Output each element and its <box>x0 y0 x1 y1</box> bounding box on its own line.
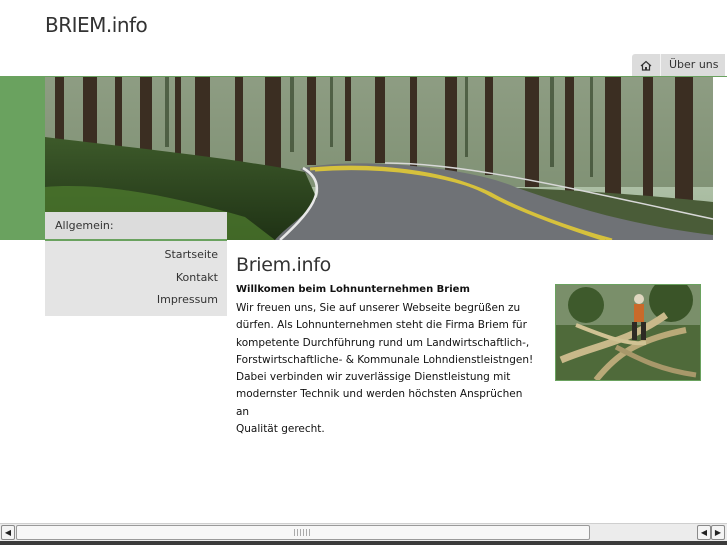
horizontal-scrollbar[interactable]: ◀ ◀ ▶ <box>0 523 727 541</box>
welcome-heading: Willkomen beim Lohnunternehmen Briem <box>236 284 470 295</box>
sidebar: Allgemein: Startseite Kontakt Impressum <box>45 212 227 316</box>
scroll-grip-icon <box>294 529 312 536</box>
top-navigation: Über uns <box>632 54 725 76</box>
scroll-right-button[interactable]: ▶ <box>711 525 725 540</box>
nav-tab-ueber-uns[interactable]: Über uns <box>660 54 725 76</box>
scroll-left-button-secondary[interactable]: ◀ <box>697 525 711 540</box>
intro-line: Wir freuen uns, Sie auf unserer Webseite… <box>236 302 521 314</box>
intro-text: Wir freuen uns, Sie auf unserer Webseite… <box>236 300 536 438</box>
intro-line: kompetente Durchführung rund um Landwirt… <box>236 336 530 349</box>
sidebar-item-startseite[interactable]: Startseite <box>45 244 227 267</box>
intro-line: dürfen. Als Lohnunternehmen steht die Fi… <box>236 319 527 332</box>
intro-line: Dabei verbinden wir zuverlässige Dienstl… <box>236 371 511 384</box>
sidebar-item-impressum[interactable]: Impressum <box>45 289 227 312</box>
page-title: Briem.info <box>236 254 331 276</box>
home-tab[interactable] <box>632 54 660 76</box>
sidebar-item-kontakt[interactable]: Kontakt <box>45 267 227 290</box>
window-bottom-edge <box>0 541 727 545</box>
intro-line: Qualität gerecht. <box>236 423 325 436</box>
worker-in-tree-photo <box>555 284 701 381</box>
sidebar-heading: Allgemein: <box>45 212 227 241</box>
intro-line: modernster Technik und werden höchsten A… <box>236 388 523 418</box>
scroll-left-button[interactable]: ◀ <box>1 525 15 540</box>
site-logo[interactable]: BRIEM.info <box>45 13 148 37</box>
home-icon <box>640 56 652 75</box>
intro-line: Forstwirtschaftliche- & Kommunale Lohndi… <box>236 353 534 366</box>
green-side-accent <box>0 77 45 240</box>
scroll-thumb[interactable] <box>16 525 590 540</box>
sidebar-menu: Startseite Kontakt Impressum <box>45 241 227 316</box>
